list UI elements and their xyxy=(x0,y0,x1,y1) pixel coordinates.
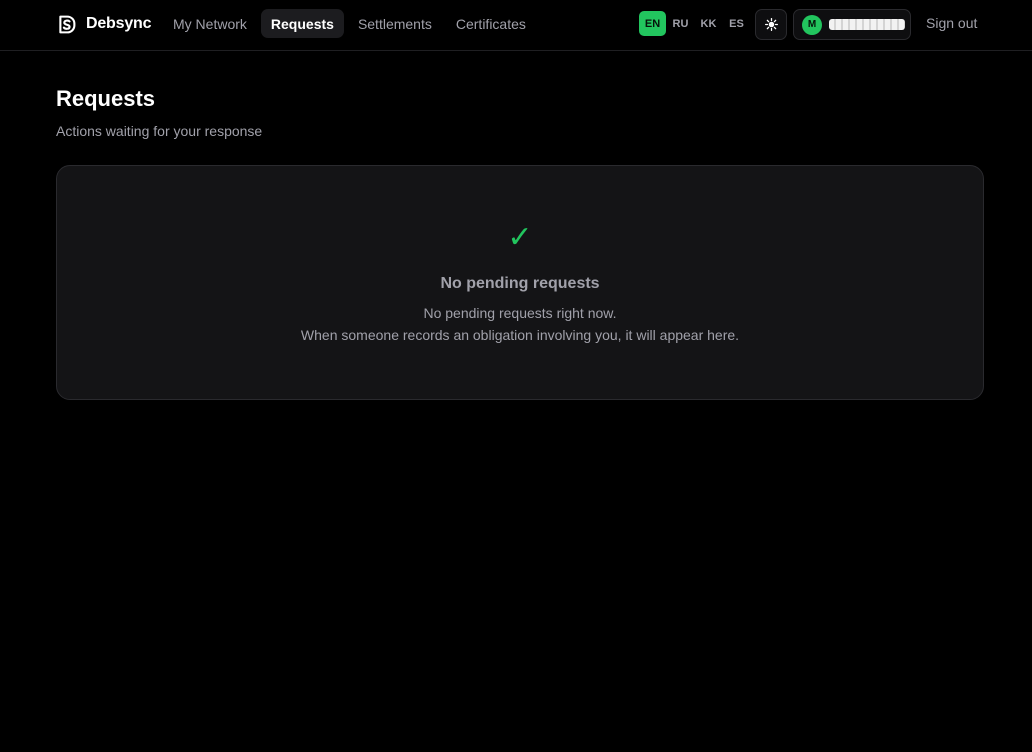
brand[interactable]: Debsync xyxy=(56,12,151,36)
debsync-logo-icon xyxy=(59,15,76,33)
nav-item-settlements[interactable]: Settlements xyxy=(348,9,442,38)
empty-state-title: No pending requests xyxy=(440,275,600,292)
empty-state-card: ✓ No pending requests No pending request… xyxy=(56,165,984,400)
top-navbar: Debsync My Network Requests Settlements … xyxy=(0,0,1032,51)
main-nav: My Network Requests Settlements Certific… xyxy=(163,9,536,38)
empty-state-hint: When someone records an obligation invol… xyxy=(300,327,740,343)
sign-out-button[interactable]: Sign out xyxy=(926,15,977,31)
sun-icon xyxy=(764,18,778,31)
page-subtitle: Actions waiting for your response xyxy=(56,123,263,139)
brand-name: Debsync xyxy=(86,15,152,32)
nav-item-certificates[interactable]: Certificates xyxy=(446,9,536,38)
page-title: Requests xyxy=(56,86,156,111)
theme-toggle-button[interactable] xyxy=(755,9,787,40)
nav-item-my-network[interactable]: My Network xyxy=(163,9,257,38)
user-menu-button[interactable]: M xyxy=(793,9,911,40)
language-kk-button[interactable]: KK xyxy=(695,11,722,36)
language-en-button[interactable]: EN xyxy=(639,11,666,36)
language-es-button[interactable]: ES xyxy=(723,11,750,36)
redacted-user-name xyxy=(829,19,905,30)
language-switcher: EN RU KK ES xyxy=(639,11,750,36)
checkmark-icon: ✓ xyxy=(507,221,533,254)
language-ru-button[interactable]: RU xyxy=(667,11,694,36)
avatar: M xyxy=(802,14,822,35)
empty-state-message: No pending requests right now. xyxy=(423,305,617,321)
nav-item-requests[interactable]: Requests xyxy=(260,9,344,38)
